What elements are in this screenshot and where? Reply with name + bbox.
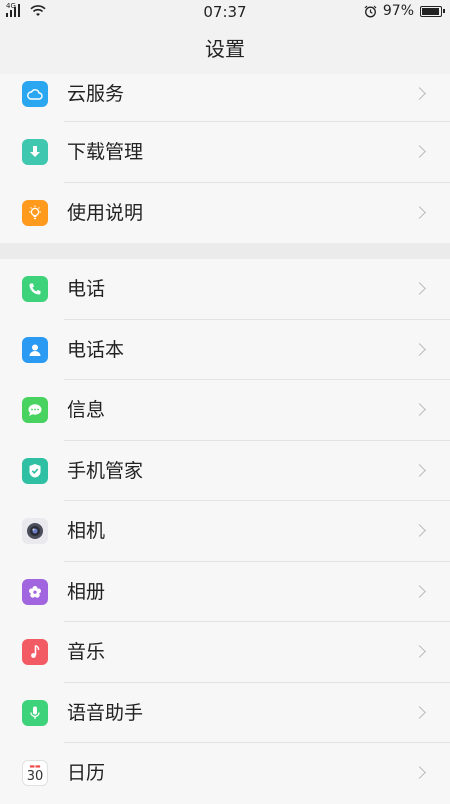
list-item-label: 音乐 xyxy=(67,641,106,663)
cloud-icon xyxy=(22,81,48,107)
list-item-label: 电话 xyxy=(67,278,106,300)
message-icon xyxy=(22,397,48,424)
list-item-calendar[interactable]: ▬▬ 30 日历 xyxy=(0,743,450,804)
chevron-right-icon xyxy=(413,524,426,538)
list-item-user-guide[interactable]: 使用说明 xyxy=(0,182,450,243)
list-item-label: 下载管理 xyxy=(67,141,144,163)
list-item-label: 使用说明 xyxy=(67,201,144,224)
shield-icon xyxy=(22,457,48,484)
list-item-label: 日历 xyxy=(67,762,106,784)
calendar-day: 30 xyxy=(26,769,44,785)
list-item-label: 手机管家 xyxy=(67,459,144,482)
list-item-label: 信息 xyxy=(67,399,106,421)
list-item-photos[interactable]: 相册 xyxy=(0,561,450,622)
chevron-right-icon xyxy=(413,145,426,159)
chevron-right-icon xyxy=(413,342,426,356)
camera-icon xyxy=(22,518,48,545)
photos-icon xyxy=(22,578,48,605)
list-item-camera[interactable]: 相机 xyxy=(0,501,450,562)
chevron-right-icon xyxy=(413,87,426,100)
chevron-right-icon xyxy=(413,584,426,598)
list-item-label: 语音助手 xyxy=(67,701,144,724)
calendar-icon: ▬▬ 30 xyxy=(22,760,48,787)
section-divider xyxy=(0,243,450,259)
chevron-right-icon xyxy=(413,766,426,780)
battery-fill xyxy=(422,7,440,15)
battery-percent: 97% xyxy=(382,3,414,19)
chevron-right-icon xyxy=(413,282,426,296)
chevron-right-icon xyxy=(413,205,426,219)
lightbulb-icon xyxy=(22,199,48,226)
list-item-label: 相机 xyxy=(67,520,106,542)
status-bar: 4G 07:37 97% xyxy=(0,0,450,24)
chevron-right-icon xyxy=(413,403,426,417)
battery-icon xyxy=(420,5,445,17)
list-item-messages[interactable]: 信息 xyxy=(0,380,450,441)
page-title: 设置 xyxy=(205,37,245,61)
list-item-label: 相册 xyxy=(67,580,106,603)
alarm-icon xyxy=(364,5,377,17)
title-bar: 设置 xyxy=(0,24,450,74)
phone-icon xyxy=(22,276,48,303)
list-item-phone-manager[interactable]: 手机管家 xyxy=(0,440,450,501)
chevron-right-icon xyxy=(413,705,426,719)
list-item-voice-assistant[interactable]: 语音助手 xyxy=(0,682,450,743)
list-item-download-manager[interactable]: 下载管理 xyxy=(0,122,450,183)
contacts-icon xyxy=(22,336,48,363)
list-item-label: 云服务 xyxy=(67,83,125,105)
list-item-cloud-service[interactable]: 云服务 xyxy=(0,74,450,122)
chevron-right-icon xyxy=(413,645,426,659)
download-icon xyxy=(22,139,48,166)
list-item-phone[interactable]: 电话 xyxy=(0,259,450,320)
music-icon xyxy=(22,639,48,666)
settings-list: 云服务 下载管理 使用说明 电话 电话本 信息 手机管家 相机 相册 音乐 语音… xyxy=(0,74,450,804)
status-right: 97% xyxy=(364,3,445,19)
microphone-icon xyxy=(22,699,48,726)
list-item-music[interactable]: 音乐 xyxy=(0,622,450,683)
list-item-label: 电话本 xyxy=(67,338,125,361)
chevron-right-icon xyxy=(413,463,426,477)
list-item-contacts[interactable]: 电话本 xyxy=(0,319,450,380)
